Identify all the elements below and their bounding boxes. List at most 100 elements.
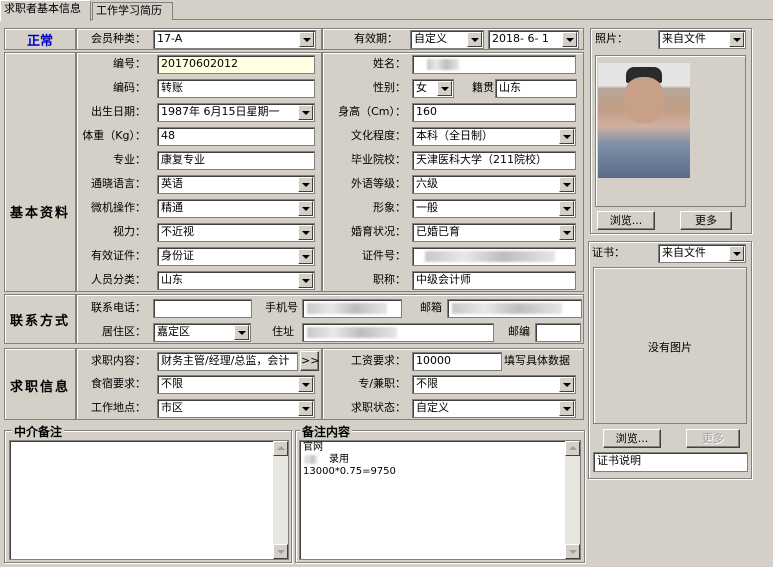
validity-mode-select[interactable]: 自定义: [410, 30, 484, 49]
birth-date-picker[interactable]: 1987年 6月15日星期一: [157, 103, 315, 122]
pc-skill-label: 微机操作：: [91, 201, 146, 214]
mobile-field[interactable]: [302, 299, 402, 318]
chevron-down-icon[interactable]: [559, 377, 574, 392]
marriage-select[interactable]: 已婚已育: [412, 223, 576, 242]
salary-label: 工资要求：: [351, 354, 406, 367]
language-level-label: 外语等级：: [351, 177, 406, 190]
photo-source-select[interactable]: 来自文件: [658, 30, 746, 49]
board-select[interactable]: 不限: [157, 375, 315, 394]
gender-label: 性别：: [373, 81, 406, 94]
redacted-email: [452, 303, 562, 314]
chevron-down-icon[interactable]: [298, 177, 313, 192]
parttime-select[interactable]: 不限: [412, 375, 576, 394]
scroll-down-icon[interactable]: [273, 544, 288, 559]
major-field[interactable]: 康复专业: [157, 151, 315, 170]
id-field[interactable]: 20170602012: [157, 55, 315, 74]
certificate-more-button[interactable]: 更多: [686, 429, 740, 448]
zip-field[interactable]: [535, 323, 581, 342]
member-type-label: 会员种类：: [91, 32, 146, 45]
chevron-down-icon[interactable]: [559, 401, 574, 416]
photo-more-button[interactable]: 更多: [680, 211, 732, 230]
weight-field[interactable]: 48: [157, 127, 315, 146]
gender-select[interactable]: 女: [412, 79, 454, 98]
name-field[interactable]: [412, 55, 576, 74]
eyesight-label: 视力：: [113, 225, 146, 238]
chevron-down-icon[interactable]: [298, 201, 313, 216]
redacted-text: [305, 455, 317, 464]
category-select[interactable]: 山东: [157, 271, 315, 290]
chevron-down-icon[interactable]: [559, 201, 574, 216]
email-label: 邮箱: [420, 301, 442, 314]
weight-label: 体重（Kg）：: [82, 129, 146, 142]
certificate-description-field[interactable]: 证书说明: [593, 452, 748, 472]
member-type-select[interactable]: 17-A: [153, 30, 316, 49]
id-label: 编号：: [113, 57, 146, 70]
photo-browse-button[interactable]: 浏览...: [597, 211, 655, 230]
chevron-down-icon[interactable]: [729, 32, 744, 47]
language-select[interactable]: 英语: [157, 175, 315, 194]
photo-label: 照片：: [595, 32, 628, 45]
job-content-field[interactable]: 财务主管/经理/总监，会计: [157, 352, 298, 371]
status-label: 正常: [26, 34, 53, 49]
code-label: 编码：: [113, 81, 146, 94]
school-label: 毕业院校：: [351, 153, 406, 166]
remark-scrollbar[interactable]: [565, 441, 580, 559]
job-content-more-button[interactable]: >>: [300, 351, 319, 371]
school-field[interactable]: 天津医科大学（211院校）: [412, 151, 576, 170]
job-state-select[interactable]: 自定义: [412, 399, 576, 418]
remark-textarea[interactable]: 官网 录用 13000*0.75=9750: [299, 440, 581, 560]
tab-basic-info[interactable]: 求职者基本信息: [0, 0, 91, 21]
address-field[interactable]: [302, 323, 494, 342]
zip-label: 邮编: [508, 325, 530, 338]
location-select[interactable]: 市区: [157, 399, 315, 418]
image-label: 形象：: [373, 201, 406, 214]
scroll-up-icon[interactable]: [565, 441, 580, 456]
certificate-browse-button[interactable]: 浏览...: [603, 429, 661, 448]
code-field[interactable]: 转账: [157, 79, 315, 98]
chevron-down-icon[interactable]: [298, 273, 313, 288]
chevron-down-icon[interactable]: [298, 249, 313, 264]
validity-date-picker[interactable]: 2018- 6- 1: [488, 30, 579, 49]
chevron-down-icon[interactable]: [559, 177, 574, 192]
chevron-down-icon[interactable]: [467, 32, 482, 47]
language-level-select[interactable]: 六级: [412, 175, 576, 194]
professional-title-field[interactable]: 中级会计师: [412, 271, 576, 290]
height-field[interactable]: 160: [412, 103, 576, 122]
birth-label: 出生日期：: [91, 105, 146, 118]
scroll-down-icon[interactable]: [565, 544, 580, 559]
scroll-up-icon[interactable]: [273, 441, 288, 456]
native-field[interactable]: 山东: [495, 79, 577, 98]
id-type-select[interactable]: 身份证: [157, 247, 315, 266]
pc-skill-select[interactable]: 精通: [157, 199, 315, 218]
agent-notes-scrollbar[interactable]: [273, 441, 288, 559]
chevron-down-icon[interactable]: [559, 129, 574, 144]
salary-field[interactable]: 10000: [412, 352, 502, 371]
chevron-down-icon[interactable]: [437, 81, 452, 96]
board-label: 食宿要求：: [91, 377, 146, 390]
email-field[interactable]: [447, 299, 582, 318]
id-type-label: 有效证件：: [91, 249, 146, 262]
chevron-down-icon[interactable]: [234, 325, 249, 340]
image-select[interactable]: 一般: [412, 199, 576, 218]
chevron-down-icon[interactable]: [298, 105, 313, 120]
chevron-down-icon[interactable]: [559, 225, 574, 240]
certificate-source-select[interactable]: 来自文件: [658, 244, 746, 263]
district-select[interactable]: 嘉定区: [153, 323, 251, 342]
chevron-down-icon[interactable]: [298, 225, 313, 240]
language-label: 通晓语言：: [91, 177, 146, 190]
chevron-down-icon[interactable]: [729, 246, 744, 261]
redacted-address: [307, 327, 397, 338]
eyesight-select[interactable]: 不近视: [157, 223, 315, 242]
chevron-down-icon[interactable]: [299, 32, 314, 47]
professional-title-label: 职称：: [373, 273, 406, 286]
agent-notes-textarea[interactable]: [9, 440, 289, 560]
phone-field[interactable]: [153, 299, 252, 318]
chevron-down-icon[interactable]: [298, 377, 313, 392]
tab-strip: 求职者基本信息 工作学习简历: [0, 0, 773, 21]
id-number-field[interactable]: [412, 247, 576, 266]
education-select[interactable]: 本科（全日制）: [412, 127, 576, 146]
chevron-down-icon[interactable]: [298, 401, 313, 416]
certificate-label: 证书：: [592, 246, 625, 259]
tab-work-history[interactable]: 工作学习简历: [92, 2, 173, 20]
chevron-down-icon[interactable]: [562, 32, 577, 47]
